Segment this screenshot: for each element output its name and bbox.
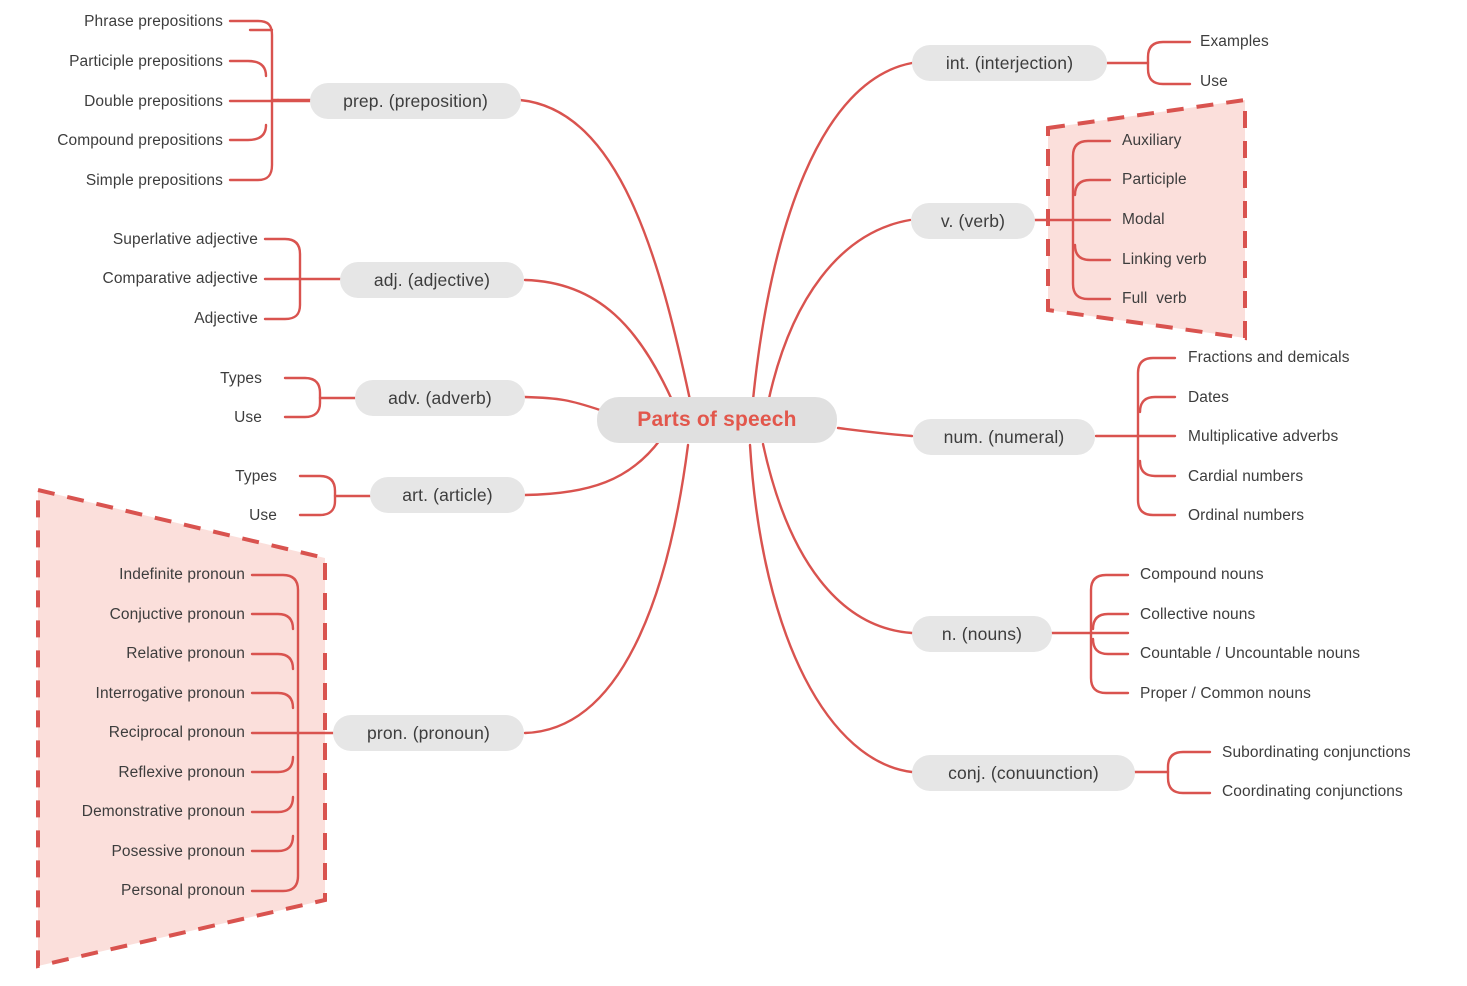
leaf-numeral-1[interactable]: Dates [1188,390,1229,406]
branch-node-conjunction[interactable]: conj. (conuunction) [912,755,1135,791]
curve-to-adverb [523,395,602,412]
leaf-preposition-3[interactable]: Compound prepositions [20,133,223,149]
leaf-verb-2[interactable]: Modal [1122,212,1165,228]
curve-to-verb [766,218,912,405]
numeral-subtree-lines [1094,356,1177,517]
adverb-subtree-lines [283,376,357,419]
leaf-verb-3[interactable]: Linking verb [1122,252,1207,268]
interjection-subtree-lines [1105,40,1192,86]
leaf-adjective-1[interactable]: Comparative adjective [45,271,258,287]
branch-label-adverb: adv. (adverb) [388,387,492,408]
branch-node-numeral[interactable]: num. (numeral) [913,419,1095,455]
leaf-verb-4[interactable]: Full verb [1122,291,1187,307]
leaf-conjunction-1[interactable]: Coordinating conjunctions [1222,784,1403,800]
leaf-article-1[interactable]: Use [145,508,277,524]
curve-to-adjective [523,278,674,402]
branch-node-verb[interactable]: v. (verb) [911,203,1035,239]
leaf-nouns-0[interactable]: Compound nouns [1140,567,1264,583]
branch-label-preposition: prep. (preposition) [343,90,488,111]
branch-label-interjection: int. (interjection) [945,52,1074,73]
branch-node-interjection[interactable]: int. (interjection) [912,45,1107,81]
branch-label-conjunction: conj. (conuunction) [948,762,1099,783]
curve-to-preposition [518,98,692,402]
curve-to-article [523,438,662,497]
leaf-preposition-2[interactable]: Double prepositions [20,94,223,110]
leaf-preposition-4[interactable]: Simple prepositions [20,173,223,189]
leaf-adjective-0[interactable]: Superlative adjective [45,232,258,248]
curve-to-interjection [751,61,914,402]
central-node-label: Parts of speech [637,408,797,431]
leaf-pronoun-1[interactable]: Conjuctive pronoun [42,607,245,623]
leaf-adjective-2[interactable]: Adjective [45,311,258,327]
leaf-verb-0[interactable]: Auxiliary [1122,133,1181,149]
branch-label-verb: v. (verb) [940,210,1006,231]
leaf-article-0[interactable]: Types [145,469,277,485]
branch-label-numeral: num. (numeral) [943,426,1065,447]
central-node-parts-of-speech[interactable]: Parts of speech [597,397,837,443]
preposition-subtree-lines [228,19,312,182]
leaf-adverb-1[interactable]: Use [130,410,262,426]
branch-node-article[interactable]: art. (article) [370,477,525,513]
leaf-numeral-0[interactable]: Fractions and demicals [1188,350,1350,366]
branch-label-article: art. (article) [402,484,493,505]
leaf-nouns-3[interactable]: Proper / Common nouns [1140,686,1311,702]
leaf-pronoun-5[interactable]: Reflexive pronoun [42,765,245,781]
leaf-pronoun-4[interactable]: Reciprocal pronoun [42,725,245,741]
adjective-subtree-lines [263,237,342,321]
leaf-preposition-0[interactable]: Phrase prepositions [20,14,223,30]
nouns-subtree-lines [1050,573,1130,695]
conjunction-subtree-lines [1133,750,1212,795]
article-subtree-lines [298,474,372,517]
leaf-pronoun-2[interactable]: Relative pronoun [42,646,245,662]
leaf-pronoun-8[interactable]: Personal pronoun [42,883,245,899]
leaf-interjection-0[interactable]: Examples [1200,34,1269,50]
branch-node-adjective[interactable]: adj. (adjective) [340,262,524,298]
branch-label-adjective: adj. (adjective) [373,269,491,290]
leaf-pronoun-3[interactable]: Interrogative pronoun [42,686,245,702]
leaf-conjunction-0[interactable]: Subordinating conjunctions [1222,745,1411,761]
curve-to-conjunction [748,443,914,774]
leaf-nouns-2[interactable]: Countable / Uncountable nouns [1140,646,1360,662]
leaf-interjection-1[interactable]: Use [1200,74,1228,90]
curve-to-pronoun [523,443,690,735]
leaf-numeral-4[interactable]: Ordinal numbers [1188,508,1304,524]
leaf-nouns-1[interactable]: Collective nouns [1140,607,1255,623]
branch-label-nouns: n. (nouns) [941,623,1023,644]
curve-to-nouns [761,442,914,635]
leaf-preposition-1[interactable]: Participle prepositions [20,54,223,70]
branch-node-nouns[interactable]: n. (nouns) [912,616,1052,652]
branch-label-pronoun: pron. (pronoun) [367,722,490,743]
leaf-pronoun-6[interactable]: Demonstrative pronoun [42,804,245,820]
curve-to-numeral [836,426,914,438]
leaf-pronoun-7[interactable]: Posessive pronoun [42,844,245,860]
branch-node-adverb[interactable]: adv. (adverb) [355,380,525,416]
leaf-numeral-3[interactable]: Cardial numbers [1188,469,1303,485]
leaf-verb-1[interactable]: Participle [1122,172,1187,188]
leaf-numeral-2[interactable]: Multiplicative adverbs [1188,429,1338,445]
branch-node-pronoun[interactable]: pron. (pronoun) [333,715,524,751]
branch-node-preposition[interactable]: prep. (preposition) [310,83,521,119]
mindmap-canvas: Parts of speech prep. (preposition) adj.… [0,0,1467,986]
leaf-pronoun-0[interactable]: Indefinite pronoun [42,567,245,583]
leaf-adverb-0[interactable]: Types [130,371,262,387]
